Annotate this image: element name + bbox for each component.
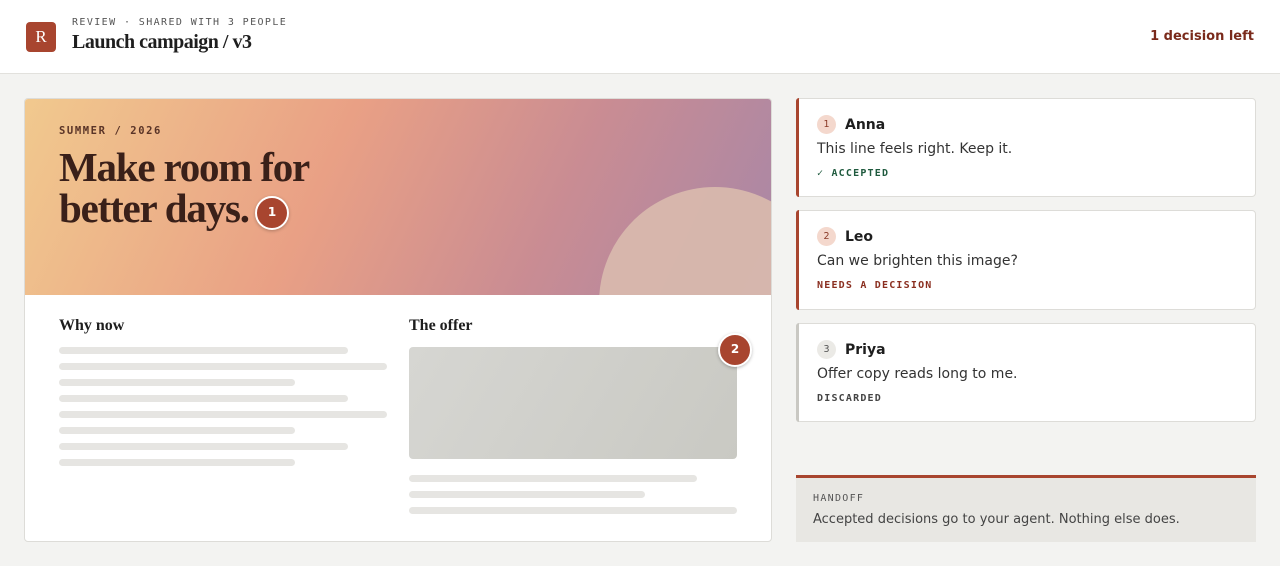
comment-number-badge: 2 xyxy=(817,227,836,246)
comment-author: Anna xyxy=(845,117,886,133)
top-bar: R REVIEW · SHARED WITH 3 PEOPLE Launch c… xyxy=(0,0,1280,74)
handoff-text: Accepted decisions go to your agent. Not… xyxy=(813,512,1180,527)
placeholder-text-line xyxy=(409,507,737,514)
placeholder-text-line xyxy=(409,491,645,498)
comment-text: This line feels right. Keep it. xyxy=(817,141,1013,157)
hero-decorative-circle xyxy=(599,187,771,295)
comment-text: Offer copy reads long to me. xyxy=(817,366,1018,382)
document-canvas: SUMMER / 2026 Make room for better days.… xyxy=(24,98,772,542)
placeholder-text-line xyxy=(59,459,295,466)
placeholder-text-line xyxy=(59,395,348,402)
placeholder-text-line xyxy=(59,427,295,434)
comment-author: Leo xyxy=(845,229,874,245)
placeholder-text-line xyxy=(59,379,295,386)
offer-image-placeholder xyxy=(409,347,737,459)
workspace-logo[interactable]: R xyxy=(26,22,56,52)
placeholder-text-line xyxy=(59,443,348,450)
placeholder-text-line xyxy=(409,475,697,482)
placeholder-text-line xyxy=(59,363,387,370)
comment-card-priya[interactable]: 3 Priya Offer copy reads long to me. DIS… xyxy=(796,323,1256,422)
hero-banner: SUMMER / 2026 Make room for better days.… xyxy=(25,99,771,295)
why-now-heading: Why now xyxy=(59,317,125,334)
offer-heading: The offer xyxy=(409,317,473,334)
placeholder-text-line xyxy=(59,411,387,418)
comment-author: Priya xyxy=(845,342,886,358)
comment-card-leo[interactable]: 2 Leo Can we brighten this image? NEEDS … xyxy=(796,210,1256,310)
status-badge[interactable]: NEEDS A DECISION xyxy=(817,280,933,291)
status-badge: DISCARDED xyxy=(817,393,882,404)
placeholder-text-line xyxy=(59,347,348,354)
status-badge: ✓ ACCEPTED xyxy=(817,168,890,179)
review-kicker: REVIEW · SHARED WITH 3 PEOPLE xyxy=(72,17,288,28)
comment-pin-1[interactable]: 1 xyxy=(255,196,289,230)
comment-card-anna[interactable]: 1 Anna This line feels right. Keep it. ✓… xyxy=(796,98,1256,197)
comment-number-badge: 3 xyxy=(817,340,836,359)
hero-kicker: SUMMER / 2026 xyxy=(59,125,162,137)
comment-number-badge: 1 xyxy=(817,115,836,134)
comment-pin-2[interactable]: 2 xyxy=(718,333,752,367)
hero-headline: Make room for better days. xyxy=(59,144,310,231)
page-title: Launch campaign / v3 xyxy=(72,31,252,53)
handoff-kicker: HANDOFF xyxy=(813,493,865,504)
comment-text: Can we brighten this image? xyxy=(817,253,1018,269)
handoff-panel: HANDOFF Accepted decisions go to your ag… xyxy=(796,475,1256,542)
decisions-left-counter: 1 decision left xyxy=(1150,29,1254,44)
